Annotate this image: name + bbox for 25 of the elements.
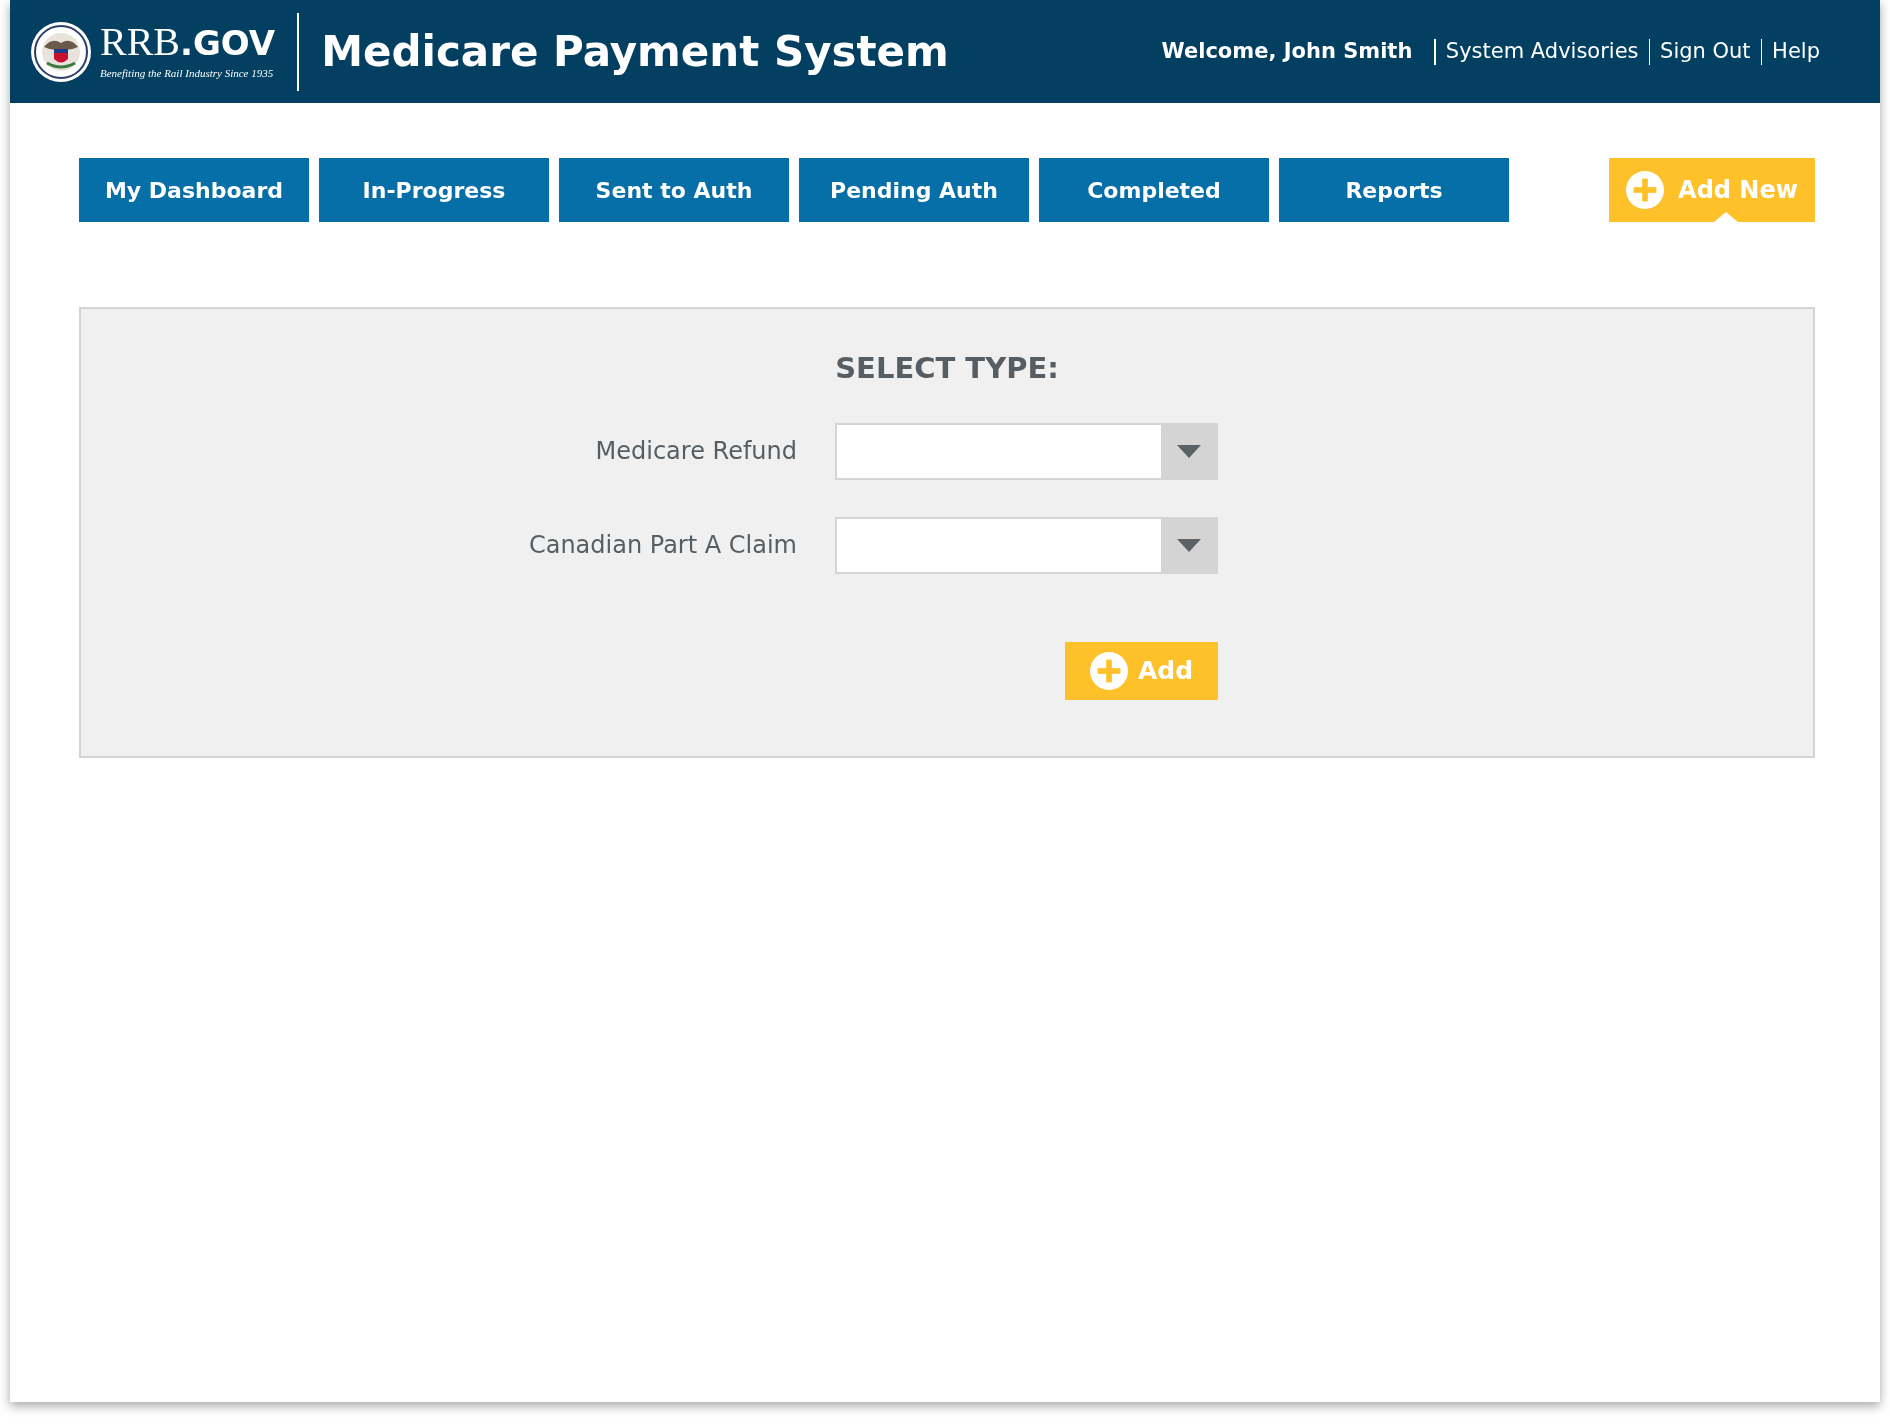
header-link[interactable]: Help	[1772, 35, 1820, 68]
nav-tab[interactable]: Pending Auth	[799, 158, 1029, 222]
pointer-notch	[1714, 212, 1738, 222]
select-dropdown[interactable]	[835, 516, 1218, 574]
logo-wordmark: RRB	[100, 21, 181, 62]
header-link[interactable]: System Advisories	[1445, 35, 1639, 68]
select-dropdown[interactable]	[835, 422, 1218, 480]
field-label: Canadian Part A Claim	[527, 530, 798, 561]
field-label: Medicare Refund	[594, 436, 798, 467]
plus-circle-icon	[1089, 651, 1128, 690]
app-title: Medicare Payment System	[321, 26, 949, 78]
caret-down-icon	[1176, 444, 1201, 458]
nav-tab[interactable]: Completed	[1039, 158, 1269, 222]
header-link[interactable]: Sign Out	[1660, 35, 1751, 68]
nav-tab[interactable]: Reports	[1279, 158, 1509, 222]
plus-circle-icon	[1626, 171, 1665, 209]
caret-down-icon	[1176, 538, 1201, 552]
welcome-text: Welcome, John Smith	[1161, 37, 1413, 65]
logo-domain: .GOV	[180, 25, 276, 60]
section-heading: SELECT TYPE:	[835, 350, 1059, 387]
nav-tab[interactable]: In-Progress	[319, 158, 549, 222]
nav-tab[interactable]: My Dashboard	[79, 158, 309, 222]
logo-tagline: Benefiting the Rail Industry Since 1935	[100, 65, 275, 81]
nav-tab[interactable]: Sent to Auth	[559, 158, 789, 222]
seal-logo-icon	[30, 20, 92, 83]
